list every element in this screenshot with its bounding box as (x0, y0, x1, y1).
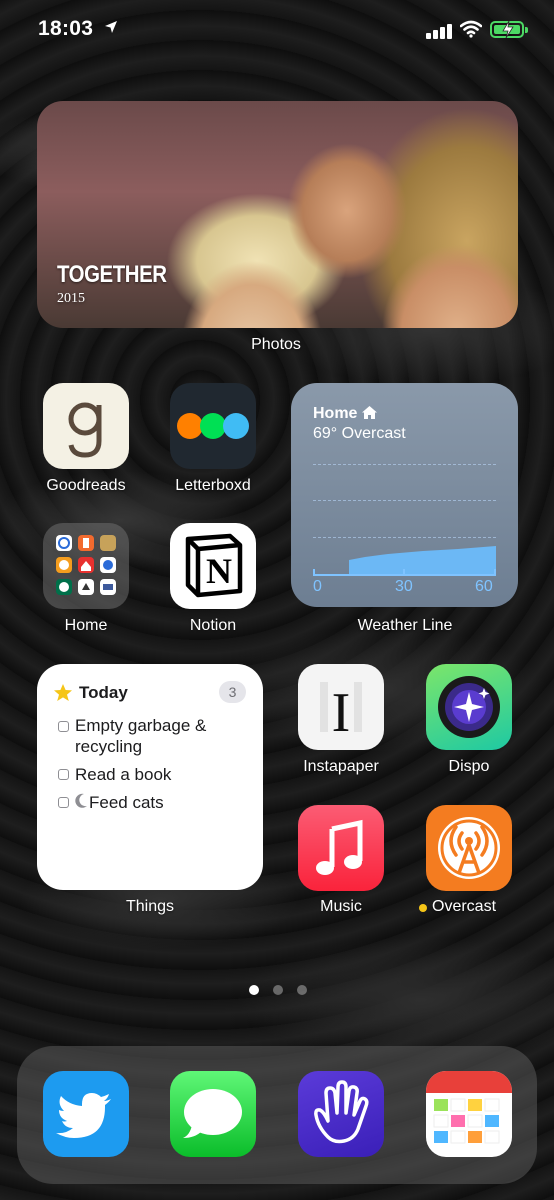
battery-charging-icon (490, 21, 528, 38)
twitter-bird-icon (56, 1093, 111, 1138)
goodreads-label: Goodreads (46, 477, 126, 494)
wifi-icon (460, 20, 482, 38)
todo-checkbox[interactable] (58, 797, 69, 808)
chart-gridline (313, 500, 496, 501)
notion-label: Notion (189, 617, 237, 634)
things-list-title: Today (79, 683, 128, 702)
notification-dot-icon (419, 904, 427, 912)
precipitation-chart (313, 546, 496, 576)
moon-icon (75, 793, 87, 808)
notion-n-icon: N (185, 533, 243, 598)
weather-condition: 69° Overcast (313, 425, 406, 442)
home-folder-label: Home (64, 617, 108, 634)
instapaper-app-icon[interactable]: I (298, 664, 384, 750)
hand-app-icon[interactable] (298, 1071, 384, 1157)
svg-text:I: I (332, 682, 351, 744)
music-label: Music (320, 898, 362, 915)
todo-item-text: Feed cats (89, 793, 164, 812)
todo-checkbox[interactable] (58, 721, 69, 732)
speech-bubble-icon (183, 1089, 242, 1138)
letterboxd-label: Letterboxd (175, 477, 251, 494)
star-icon (54, 684, 72, 701)
weather-line-widget[interactable]: Home 69° Overcast 0 30 60 (291, 383, 518, 607)
instapaper-i-icon: I (320, 682, 362, 744)
goodreads-g-icon (68, 402, 102, 458)
todo-item-text: Read a book (75, 765, 172, 784)
notion-app-icon[interactable]: N (170, 523, 256, 609)
twitter-app-icon[interactable] (43, 1071, 129, 1157)
dispo-lens-icon (438, 676, 500, 738)
folder-app-grid-icon (56, 535, 116, 595)
goodreads-app-icon[interactable] (43, 383, 129, 469)
location-arrow-icon (105, 21, 117, 33)
axis-label-0: 0 (313, 578, 322, 595)
overcast-tower-icon (438, 817, 500, 879)
music-note-icon (316, 819, 363, 875)
memory-year: 2015 (57, 291, 85, 306)
home-icon (361, 406, 377, 419)
chart-gridline (313, 464, 496, 465)
cellular-signal-icon (426, 23, 452, 39)
things-widget[interactable]: Today 3 Empty garbage & recycling Read a… (37, 664, 263, 890)
todo-item-text: Empty garbage & recycling (75, 716, 207, 756)
axis-label-60: 60 (475, 578, 493, 595)
hand-icon (314, 1080, 369, 1144)
page-indicator-dot[interactable] (297, 985, 307, 995)
weather-line-label: Weather Line (357, 617, 453, 634)
things-widget-label: Things (125, 898, 175, 915)
instapaper-label: Instapaper (303, 758, 379, 775)
axis-label-30: 30 (395, 578, 413, 595)
photos-widget-label: Photos (251, 336, 301, 353)
dispo-label: Dispo (448, 758, 490, 775)
music-app-icon[interactable] (298, 805, 384, 891)
messages-app-icon[interactable] (170, 1071, 256, 1157)
overcast-app-icon[interactable] (426, 805, 512, 891)
page-indicator-dot-active[interactable] (249, 985, 259, 995)
calendar-app-icon[interactable] (426, 1071, 512, 1157)
svg-text:N: N (206, 551, 232, 591)
memory-title: TOGETHER (57, 261, 167, 288)
photos-widget[interactable]: TOGETHER 2015 (37, 101, 518, 328)
home-folder-icon[interactable] (43, 523, 129, 609)
status-time: 18:03 (38, 17, 94, 40)
letterboxd-app-icon[interactable] (170, 383, 256, 469)
things-count-badge: 3 (219, 681, 246, 703)
calendar-grid-icon (426, 1071, 512, 1144)
letterboxd-dots-icon (177, 413, 249, 439)
todo-checkbox[interactable] (58, 769, 69, 780)
weather-location: Home (313, 405, 377, 423)
dispo-app-icon[interactable] (426, 664, 512, 750)
overcast-label: Overcast (432, 898, 497, 915)
page-indicator-dot[interactable] (273, 985, 283, 995)
